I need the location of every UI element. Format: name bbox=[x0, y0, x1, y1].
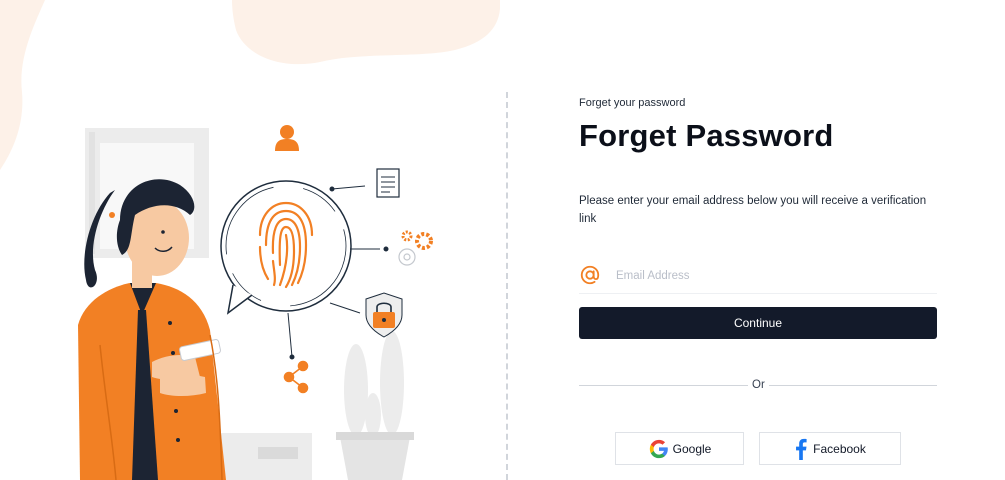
gears-icon bbox=[398, 230, 433, 266]
document-icon bbox=[376, 168, 400, 198]
share-icon bbox=[283, 360, 309, 394]
google-icon bbox=[649, 439, 668, 458]
continue-button[interactable]: Continue bbox=[579, 307, 937, 339]
at-sign-icon bbox=[580, 265, 600, 285]
google-button[interactable]: Google bbox=[615, 432, 744, 465]
google-label: Google bbox=[672, 441, 712, 456]
email-field-row bbox=[579, 262, 937, 294]
facebook-label: Facebook bbox=[813, 441, 866, 456]
facebook-button[interactable]: Facebook bbox=[759, 432, 901, 465]
or-separator-label: Or bbox=[748, 379, 769, 391]
email-input[interactable] bbox=[616, 265, 916, 287]
user-icon bbox=[275, 125, 299, 151]
security-illustration bbox=[78, 125, 433, 480]
page-title: Forget Password bbox=[579, 118, 834, 153]
padlock-icon bbox=[365, 292, 403, 338]
fingerprint-icon bbox=[258, 201, 314, 289]
facebook-icon bbox=[796, 438, 807, 460]
page-eyebrow: Forget your password bbox=[579, 97, 686, 109]
page-description: Please enter your email address below yo… bbox=[579, 195, 927, 225]
vertical-divider bbox=[506, 92, 508, 480]
